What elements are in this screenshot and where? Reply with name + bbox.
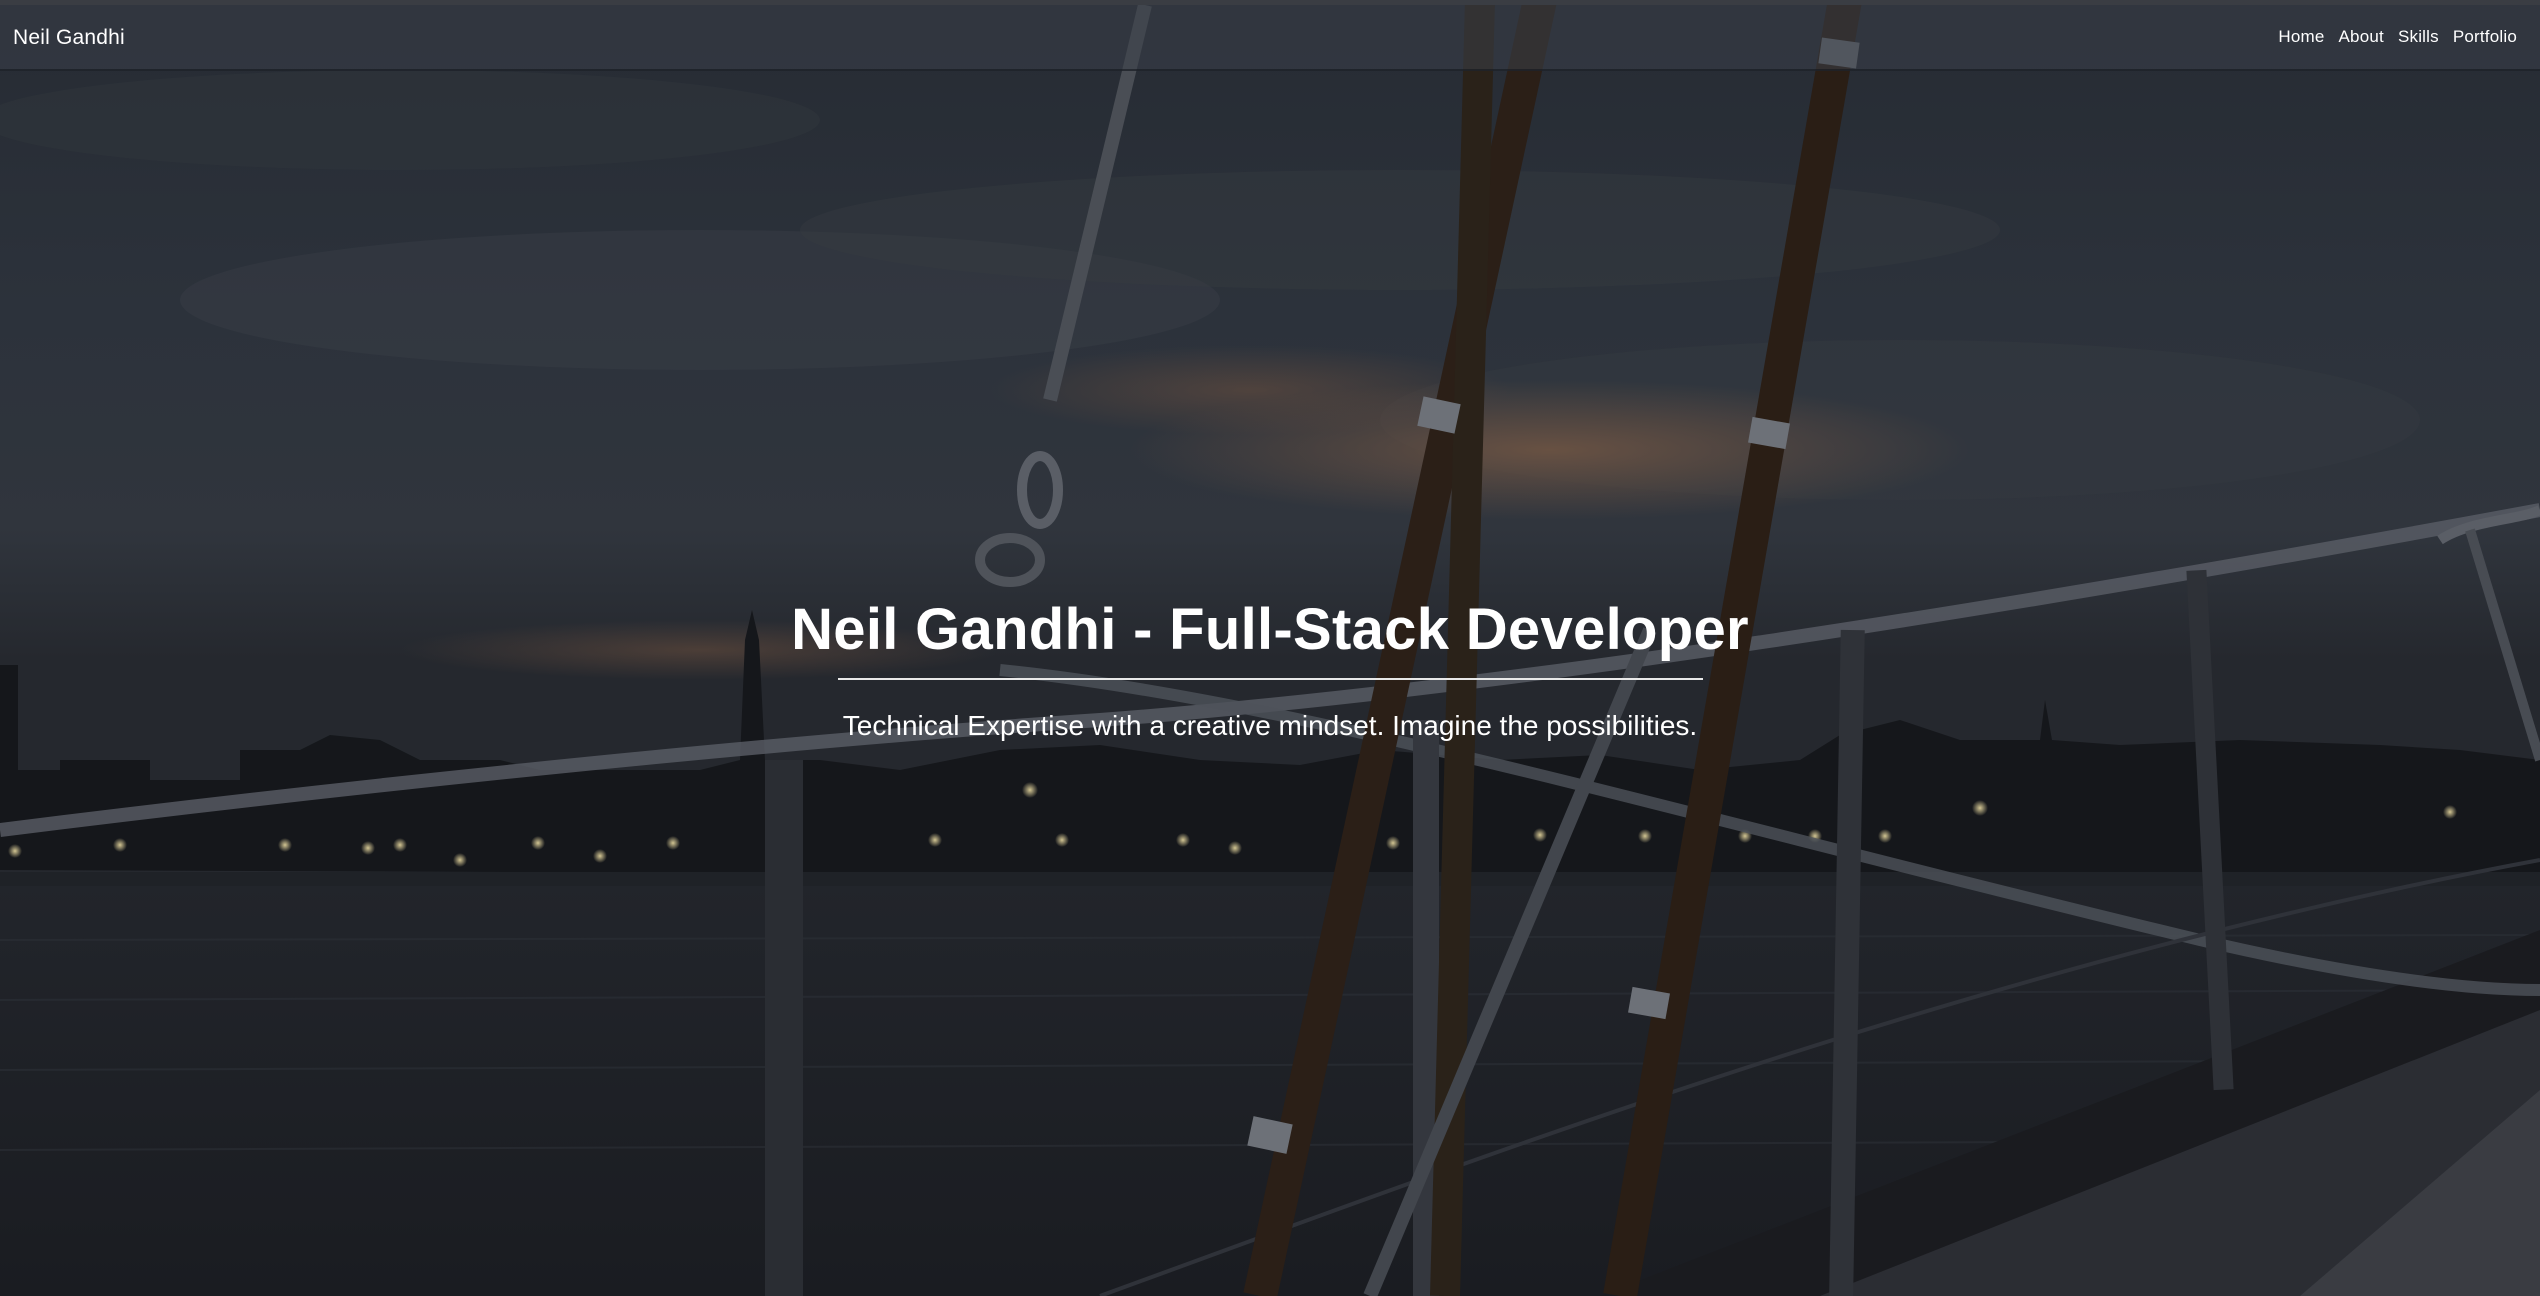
hero-title: Neil Gandhi - Full-Stack Developer [791,597,1749,662]
nav-link-about[interactable]: About [2332,24,2391,50]
nav-link-home[interactable]: Home [2271,24,2331,50]
hero-section: Neil Gandhi - Full-Stack Developer Techn… [0,590,2540,746]
nav-link-skills[interactable]: Skills [2391,24,2446,50]
nav-links: Home About Skills Portfolio [2271,24,2517,50]
page: Neil Gandhi Home About Skills Portfolio … [0,0,2540,1296]
brand-link[interactable]: Neil Gandhi [13,23,125,53]
navbar: Neil Gandhi Home About Skills Portfolio [0,5,2540,71]
nav-link-portfolio[interactable]: Portfolio [2446,24,2517,50]
hero-divider [837,678,1703,680]
hero-subtitle: Technical Expertise with a creative mind… [842,710,1698,741]
